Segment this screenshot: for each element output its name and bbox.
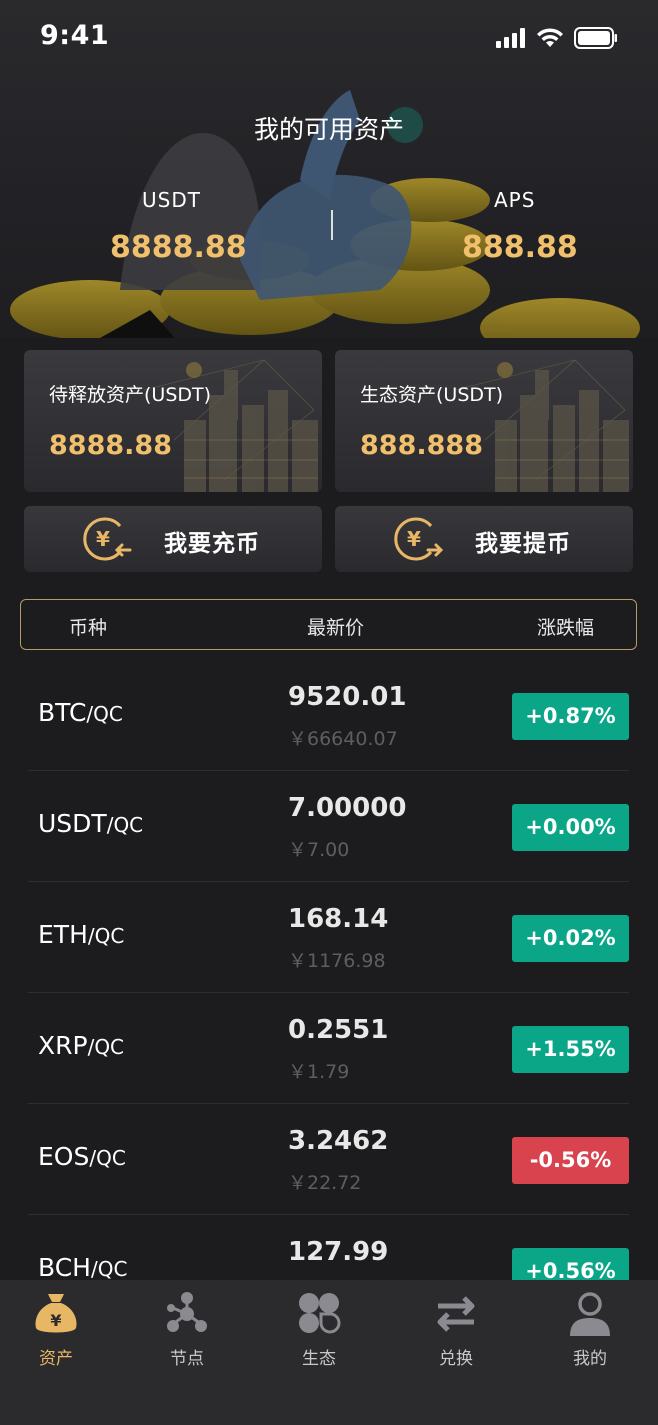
tab-label: 节点 (170, 1349, 204, 1369)
tab-exchange[interactable]: 兑换 (390, 1280, 522, 1380)
cny-price: ￥1176.98 (288, 950, 386, 972)
tab-label: 资产 (39, 1349, 73, 1369)
pending-release-card[interactable]: 待释放资产(USDT) 8888.88 (24, 350, 322, 492)
svg-text:¥: ¥ (96, 527, 110, 551)
tab-label: 生态 (302, 1349, 336, 1369)
user-icon (570, 1292, 610, 1336)
pair-quote: /QC (87, 924, 125, 948)
change-badge[interactable]: -0.56% (512, 1137, 629, 1184)
latest-price: 168.14 (288, 904, 389, 934)
market-row-eos[interactable]: EOS/QC 3.2462 ￥22.72 -0.56% (28, 1104, 629, 1215)
pair-base: BCH (38, 1253, 91, 1280)
market-row-btc[interactable]: BTC/QC 9520.01 ￥66640.07 +0.87% (28, 660, 629, 771)
clover-grid-icon (299, 1293, 341, 1334)
latest-price: 0.2551 (288, 1015, 389, 1045)
pending-release-value: 8888.88 (49, 430, 172, 461)
battery-icon (574, 27, 617, 49)
hero-title: 我的可用资产 (253, 115, 404, 144)
aps-balance-value: 888.88 (462, 230, 578, 265)
status-icons (496, 27, 618, 49)
header-coin[interactable]: 币种 (69, 613, 107, 640)
pair-name: XRP/QC (38, 1031, 124, 1060)
money-bag-icon: ¥ (35, 1294, 77, 1333)
pair-quote: /QC (86, 702, 123, 726)
pair-name: BTC/QC (38, 698, 123, 727)
withdraw-button[interactable]: ¥ 我要提币 (335, 506, 633, 572)
market-row-usdt[interactable]: USDT/QC 7.00000 ￥7.00 +0.00% (28, 771, 629, 882)
cellular-signal-icon (496, 28, 525, 48)
change-badge[interactable]: +0.56% (512, 1248, 629, 1280)
exchange-arrows-icon (437, 1296, 475, 1332)
pair-base: USDT (38, 809, 107, 838)
change-badge[interactable]: +0.02% (512, 915, 629, 962)
pair-base: BTC (38, 698, 87, 727)
pair-quote: /QC (90, 1257, 128, 1280)
ecosystem-asset-card[interactable]: 生态资产(USDT) 888.888 (335, 350, 633, 492)
tab-assets[interactable]: ¥ 资产 (0, 1280, 122, 1380)
header-change[interactable]: 涨跌幅 (537, 613, 594, 640)
usdt-balance-label: USDT (142, 188, 201, 212)
pair-name: USDT/QC (38, 809, 143, 838)
ecosystem-asset-label: 生态资产(USDT) (360, 384, 504, 406)
pending-release-label: 待释放资产(USDT) (49, 384, 212, 406)
asset-hero: 9:41 我的可用资产 USDT 8888.88 APS 888.88 (0, 0, 658, 338)
svg-text:¥: ¥ (407, 527, 421, 551)
pair-name: BCH/QC (38, 1253, 127, 1280)
tab-ecosystem[interactable]: 生态 (253, 1280, 385, 1380)
usdt-balance-value: 8888.88 (110, 230, 247, 265)
pair-base: EOS (38, 1142, 90, 1171)
wifi-icon (537, 28, 563, 47)
header-latest-price[interactable]: 最新价 (307, 613, 364, 640)
pair-base: XRP (38, 1031, 88, 1060)
withdraw-coin-icon: ¥ (394, 517, 443, 561)
latest-price: 7.00000 (288, 793, 407, 823)
hero-illustration (10, 90, 640, 338)
aps-balance-label: APS (494, 188, 536, 212)
balance-divider (331, 210, 333, 240)
withdraw-label: 我要提币 (475, 531, 571, 557)
pair-quote: /QC (89, 1146, 126, 1170)
market-list[interactable]: BTC/QC 9520.01 ￥66640.07 +0.87% USDT/QC … (0, 660, 658, 1280)
latest-price: 127.99 (288, 1237, 389, 1267)
status-bar: 9:41 (0, 0, 658, 76)
svg-text:¥: ¥ (50, 1311, 61, 1330)
change-badge[interactable]: +1.55% (512, 1026, 629, 1073)
latest-price: 3.2462 (288, 1126, 389, 1156)
cny-price: ￥66640.07 (288, 728, 398, 750)
change-badge[interactable]: +0.00% (512, 804, 629, 851)
tab-nodes[interactable]: 节点 (121, 1280, 253, 1380)
tab-profile[interactable]: 我的 (524, 1280, 656, 1380)
cny-price: ￥22.72 (288, 1172, 362, 1194)
change-badge[interactable]: +0.87% (512, 693, 629, 740)
pair-base: ETH (38, 920, 88, 949)
node-network-icon (167, 1292, 207, 1332)
ecosystem-asset-value: 888.888 (360, 430, 483, 461)
market-table-header: 币种 最新价 涨跌幅 (20, 599, 637, 650)
city-illustration (454, 359, 629, 492)
tab-label: 我的 (573, 1349, 607, 1369)
bottom-tab-bar: ¥ 资产 节点 生态 兑换 我的 (0, 1280, 658, 1425)
latest-price: 9520.01 (288, 682, 407, 712)
status-time: 9:41 (40, 20, 110, 51)
deposit-coin-icon: ¥ (83, 517, 132, 561)
cny-price: ￥1.79 (288, 1061, 350, 1083)
tab-label: 兑换 (439, 1349, 473, 1369)
cny-price: ￥7.00 (288, 839, 350, 861)
pair-name: EOS/QC (38, 1142, 126, 1171)
market-row-bch[interactable]: BCH/QC 127.99 +0.56% (28, 1215, 629, 1280)
pair-quote: /QC (87, 1035, 125, 1059)
city-illustration (143, 359, 318, 492)
market-row-eth[interactable]: ETH/QC 168.14 ￥1176.98 +0.02% (28, 882, 629, 993)
deposit-label: 我要充币 (164, 531, 260, 557)
pair-name: ETH/QC (38, 920, 124, 949)
market-row-xrp[interactable]: XRP/QC 0.2551 ￥1.79 +1.55% (28, 993, 629, 1104)
pair-quote: /QC (106, 813, 144, 837)
deposit-button[interactable]: ¥ 我要充币 (24, 506, 322, 572)
